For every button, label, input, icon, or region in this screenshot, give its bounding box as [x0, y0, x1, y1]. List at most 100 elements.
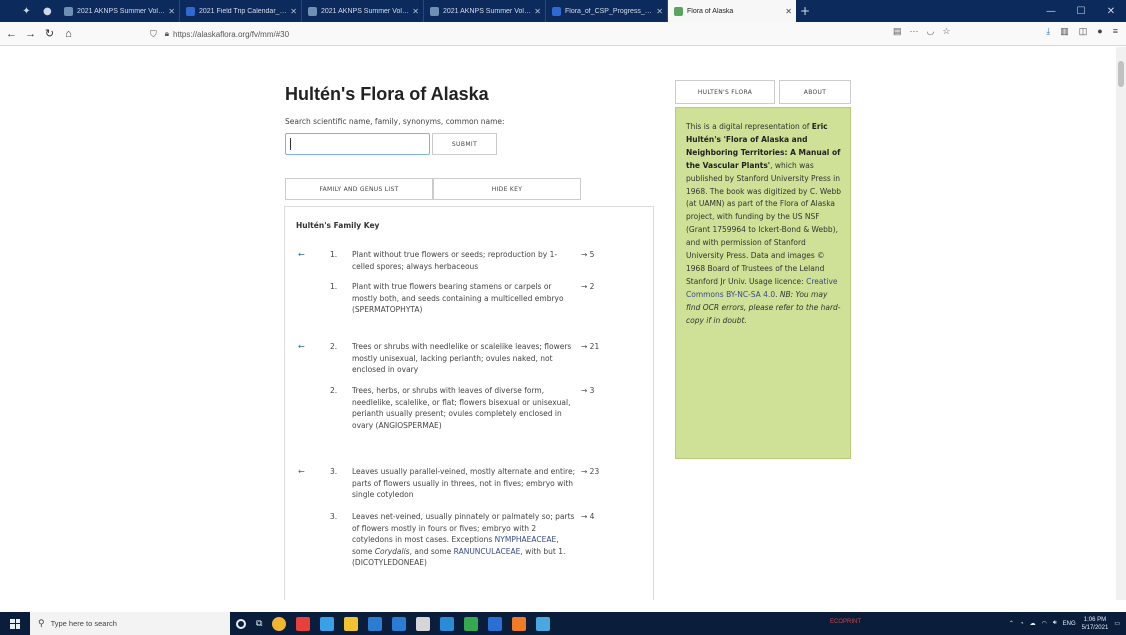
home-icon[interactable]: ⌂: [61, 28, 76, 40]
cortana-icon[interactable]: [236, 618, 246, 629]
tab-title: Flora_of_CSP_Progress_Report: [565, 7, 654, 15]
clock-date: 5/17/2021: [1081, 624, 1109, 631]
forward-icon[interactable]: →: [23, 28, 38, 40]
close-tab-icon[interactable]: ✕: [785, 7, 792, 16]
lead-number: 1.: [330, 282, 338, 291]
back-icon[interactable]: ←: [4, 28, 19, 40]
family-link-ranunculaceae[interactable]: RANUNCULACEAE: [454, 547, 521, 556]
bookmark-star-icon[interactable]: ☆: [942, 26, 950, 37]
cloud-icon[interactable]: ☁: [1030, 620, 1036, 627]
flora-favicon: [674, 6, 683, 16]
taskbar-search[interactable]: ⚲ Type here to search: [30, 612, 230, 635]
taskbar-app-icon[interactable]: [272, 616, 287, 631]
new-tab-button[interactable]: +: [796, 0, 814, 22]
page-scrollbar[interactable]: [1116, 47, 1126, 600]
url-bar[interactable]: ⛉ 🔒︎ https://alaskaflora.org/fv/mm/#30: [150, 25, 900, 43]
navigation-bar: ← → ↻ ⌂ ⛉ 🔒︎ https://alaskaflora.org/fv/…: [0, 22, 1126, 46]
url-text[interactable]: https://alaskaflora.org/fv/mm/#30: [173, 30, 289, 39]
maximize-icon[interactable]: ☐: [1066, 0, 1096, 22]
account-icon[interactable]: ●: [1097, 26, 1102, 37]
close-tab-icon[interactable]: ✕: [656, 7, 663, 16]
clock[interactable]: 1:06 PM 5/17/2021: [1082, 616, 1109, 632]
language-indicator[interactable]: ENG: [1063, 621, 1076, 627]
goto-link[interactable]: → 23: [581, 466, 599, 478]
genus-name: Corydalis: [374, 546, 410, 556]
about-text: This is a digital representation of: [686, 122, 810, 131]
tab-2[interactable]: 2021 AKNPS Summer Volunte ✕: [302, 0, 424, 22]
firefox-view-icon[interactable]: ✦: [22, 6, 30, 17]
tab-title: 2021 AKNPS Summer Volunte: [321, 7, 410, 15]
tab-active[interactable]: Flora of Alaska ✕: [668, 0, 796, 22]
minimize-icon[interactable]: —: [1036, 0, 1066, 22]
goto-link[interactable]: → 5: [581, 249, 594, 261]
pocket-icon[interactable]: ◡: [927, 26, 935, 37]
shield-icon[interactable]: ⛉: [150, 29, 157, 40]
lock-icon[interactable]: 🔒︎: [165, 29, 169, 39]
volume-icon[interactable]: 🔊︎: [1053, 620, 1057, 627]
tab-favicon: [186, 6, 195, 16]
family-genus-list-button[interactable]: FAMILY AND GENUS LIST: [285, 178, 433, 200]
start-button[interactable]: [0, 612, 30, 635]
tab-4[interactable]: Flora_of_CSP_Progress_Report✕: [546, 0, 668, 22]
tab-title: 2021 AKNPS Summer Volunte: [77, 7, 166, 15]
wifi-icon[interactable]: ◠: [1042, 620, 1047, 627]
taskbar-app-icon[interactable]: [440, 616, 455, 631]
toolbar-icons: ⤓ ▥ ◫ ● ≡: [1046, 26, 1118, 37]
taskbar-app-icon[interactable]: [416, 616, 431, 631]
tray-chevron-icon[interactable]: ⌃: [1009, 620, 1014, 627]
taskbar-app-icon[interactable]: [488, 616, 503, 631]
lead-text: Trees, herbs, or shrubs with leaves of d…: [352, 386, 571, 430]
taskbar-app-icon[interactable]: [536, 616, 551, 631]
menu-icon[interactable]: ≡: [1113, 26, 1118, 37]
network-icon[interactable]: ◔: [1020, 621, 1024, 627]
search-input[interactable]: [285, 133, 430, 155]
lead-number: 2.: [330, 342, 338, 351]
about-panel: This is a digital representation of Eric…: [675, 107, 851, 459]
scrollbar-thumb[interactable]: [1118, 61, 1124, 87]
goto-link[interactable]: → 4: [581, 511, 594, 523]
downloads-icon[interactable]: ⤓: [1046, 26, 1050, 37]
close-tab-icon[interactable]: ✕: [412, 7, 419, 16]
close-window-icon[interactable]: ✕: [1096, 0, 1126, 22]
tab-1[interactable]: 2021 Field Trip Calendar_17Ma ✕: [180, 0, 302, 22]
close-tab-icon[interactable]: ✕: [168, 7, 175, 16]
tab-hultens-flora[interactable]: HULTEN'S FLORA: [675, 80, 775, 104]
family-link-nymphaeaceae[interactable]: NYMPHAEACEAE: [495, 535, 557, 544]
tab-3[interactable]: 2021 AKNPS Summer Volunte ✕: [424, 0, 546, 22]
system-tray: ⌃ ◔ ☁ ◠ 🔊︎ ENG 1:06 PM 5/17/2021 ▭: [1009, 612, 1126, 635]
github-icon[interactable]: ●: [43, 6, 52, 17]
lead-text: Plant with true flowers bearing stamens …: [352, 282, 564, 314]
back-arrow-icon[interactable]: ←: [298, 249, 305, 261]
tab-favicon: [308, 6, 317, 16]
search-label: Search scientific name, family, synonyms…: [285, 117, 505, 126]
notifications-icon[interactable]: ▭: [1114, 620, 1120, 627]
goto-link[interactable]: → 3: [581, 385, 594, 397]
taskbar-app-icon[interactable]: [512, 616, 527, 631]
page-actions-menu-icon[interactable]: ···: [910, 26, 919, 37]
library-icon[interactable]: ▥: [1060, 26, 1069, 37]
taskbar-app-icon[interactable]: [464, 616, 479, 631]
reader-view-icon[interactable]: ▤: [893, 26, 902, 37]
key-title: Hultén's Family Key: [296, 221, 380, 230]
back-arrow-icon[interactable]: ←: [298, 466, 305, 478]
taskbar-app-icon[interactable]: [368, 616, 383, 631]
taskbar-app-icon[interactable]: [320, 616, 335, 631]
tab-about[interactable]: ABOUT: [779, 80, 851, 104]
task-view-icon[interactable]: ⧉: [256, 619, 262, 629]
sidebar-icon[interactable]: ◫: [1079, 26, 1088, 37]
tab-0[interactable]: 2021 AKNPS Summer Volunte ✕: [58, 0, 180, 22]
close-tab-icon[interactable]: ✕: [290, 7, 297, 16]
submit-button[interactable]: SUBMIT: [432, 133, 497, 155]
taskbar-app-icon[interactable]: [296, 616, 311, 631]
ecoprint-tray-item[interactable]: ECOPRINT: [830, 619, 861, 625]
taskbar-app-icon[interactable]: [392, 616, 407, 631]
hide-key-button[interactable]: HIDE KEY: [433, 178, 581, 200]
close-tab-icon[interactable]: ✕: [534, 7, 541, 16]
back-arrow-icon[interactable]: ←: [298, 341, 305, 353]
goto-link[interactable]: → 21: [581, 341, 599, 353]
taskbar-apps: ⧉: [236, 612, 551, 635]
lead-number: 2.: [330, 386, 338, 395]
reload-icon[interactable]: ↻: [42, 27, 57, 40]
taskbar-app-icon[interactable]: [344, 616, 359, 631]
goto-link[interactable]: → 2: [581, 281, 594, 293]
